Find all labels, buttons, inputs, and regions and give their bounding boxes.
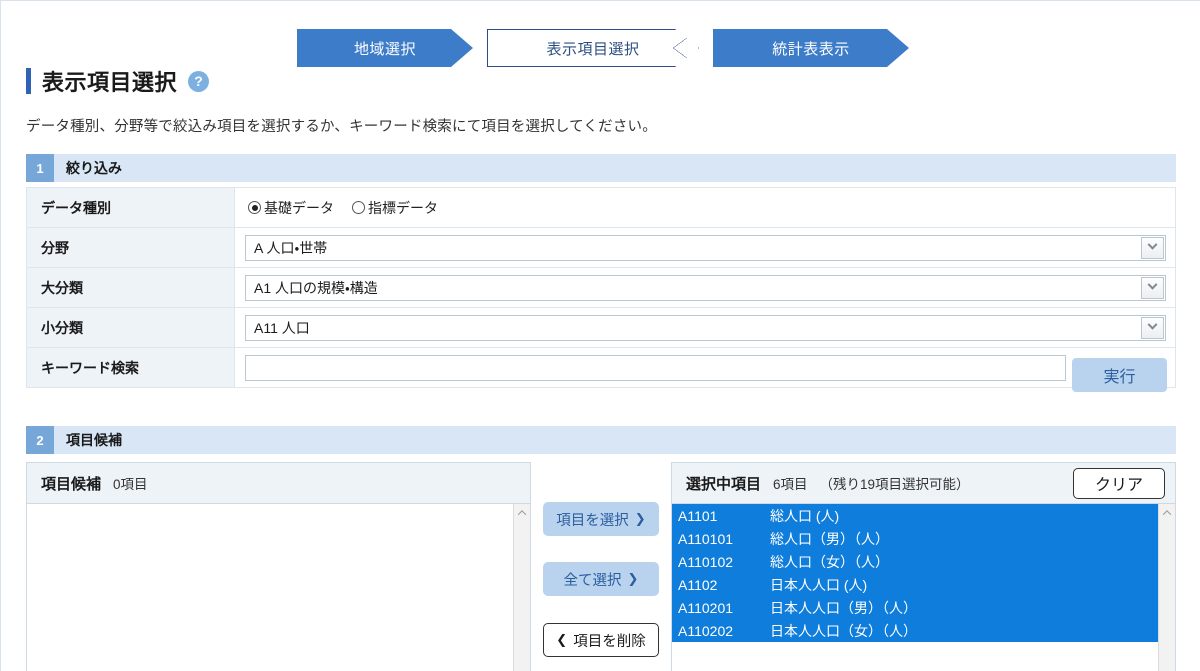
- table-row-field: 分野 A 人口・世帯: [26, 227, 1176, 268]
- chevron-left-icon: ❮: [556, 632, 568, 647]
- field-select-value: A 人口・世帯: [254, 239, 328, 256]
- selected-panel: 選択中項目 6項目 （残り19項目選択可能） クリア A1101 総人口 (人) A…: [671, 462, 1176, 671]
- item-name: 日本人人口 (人): [770, 576, 868, 593]
- item-code: A110202: [678, 622, 734, 639]
- section-title: 絞り込み: [66, 160, 122, 176]
- table-row-major: 大分類 A1 人口の規模・構造: [26, 267, 1176, 308]
- section-number: 1: [26, 154, 54, 182]
- select-items-button[interactable]: 項目を選択 ❯: [543, 502, 659, 536]
- selected-panel-header: 選択中項目 6項目 （残り19項目選択可能） クリア: [672, 463, 1175, 504]
- list-item[interactable]: A110102 総人口（女）（人）: [672, 550, 1158, 573]
- minor-category-select[interactable]: A11 人口: [245, 314, 1166, 341]
- radio-basic-data[interactable]: 基礎データ: [248, 198, 334, 218]
- row-label-field: 分野: [26, 227, 235, 268]
- section-title: 項目候補: [66, 432, 122, 448]
- major-select-value: A1 人口の規模・構造: [254, 279, 378, 296]
- radio-label: 基礎データ: [264, 199, 334, 216]
- page-title: 表示項目選択 ?: [26, 65, 210, 97]
- step-label: 表示項目選択: [546, 40, 640, 58]
- scroll-up-icon[interactable]: [514, 504, 530, 521]
- candidate-panel-header: 項目候補 0項目: [27, 463, 530, 504]
- step-table-display[interactable]: 統計表表示: [713, 29, 909, 67]
- help-circle-icon[interactable]: ?: [188, 70, 210, 92]
- step-breadcrumb: 地域選択 表示項目選択 統計表表示: [297, 29, 909, 67]
- item-name: 総人口 (人): [770, 507, 840, 524]
- chevron-right-icon: ❯: [634, 511, 646, 526]
- filter-table: データ種別 基礎データ 指標データ 分野 A 人口・世帯 大分類 A1 人口の規…: [26, 187, 1176, 388]
- step-label: 統計表表示: [772, 40, 850, 58]
- item-code: A110102: [678, 553, 734, 570]
- select-all-button[interactable]: 全て選択 ❯: [543, 562, 659, 596]
- item-code: A1102: [678, 576, 718, 593]
- row-label-minor: 小分類: [26, 307, 235, 348]
- list-item[interactable]: A1102 日本人人口 (人): [672, 573, 1158, 596]
- item-name: 総人口（男）（人）: [770, 530, 889, 547]
- item-name: 総人口（女）（人）: [770, 553, 889, 570]
- section-header-candidates: 2 項目候補: [26, 426, 1176, 454]
- list-item[interactable]: A110201 日本人人口（男）（人）: [672, 596, 1158, 619]
- table-row-minor: 小分類 A11 人口: [26, 307, 1176, 348]
- candidate-list[interactable]: [27, 504, 530, 671]
- major-category-select[interactable]: A1 人口の規模・構造: [245, 274, 1166, 301]
- selected-list[interactable]: A1101 総人口 (人) A110101 総人口（男）（人） A110102 総人口（女…: [672, 504, 1175, 671]
- selected-remaining: （残り19項目選択可能）: [819, 477, 970, 492]
- item-name: 日本人人口（女）（人）: [770, 622, 917, 639]
- remove-items-button[interactable]: ❮ 項目を削除: [543, 623, 659, 657]
- row-label-major: 大分類: [26, 267, 235, 308]
- keyword-search-input[interactable]: [245, 354, 1066, 381]
- remove-items-label: 項目を削除: [573, 633, 646, 650]
- clear-button[interactable]: クリア: [1073, 467, 1165, 499]
- selected-panel-title: 選択中項目: [686, 475, 762, 493]
- list-item[interactable]: A110101 総人口（男）（人）: [672, 527, 1158, 550]
- item-code: A110201: [678, 599, 734, 616]
- chevron-down-icon[interactable]: [1141, 236, 1164, 259]
- section-number: 2: [26, 426, 54, 454]
- scroll-up-icon[interactable]: [1159, 504, 1175, 521]
- select-items-label: 項目を選択: [556, 512, 629, 529]
- chevron-down-icon[interactable]: [1141, 316, 1164, 339]
- section-header-filter: 1 絞り込み: [26, 154, 1176, 182]
- list-item[interactable]: A1101 総人口 (人): [672, 504, 1158, 527]
- title-accent-bar: [26, 68, 31, 94]
- candidate-count: 0項目: [113, 477, 148, 492]
- step-label: 地域選択: [353, 40, 416, 58]
- row-label-datatype: データ種別: [26, 187, 235, 228]
- row-label-keyword: キーワード検索: [26, 347, 235, 388]
- radio-label: 指標データ: [368, 199, 438, 216]
- item-code: A110101: [678, 530, 734, 547]
- page-root: 地域選択 表示項目選択 統計表表示 表示項目選択 ? データ種別、分野等で絞込み…: [0, 0, 1200, 671]
- radio-indicator-data[interactable]: 指標データ: [352, 198, 438, 218]
- step-region-select[interactable]: 地域選択: [297, 29, 473, 67]
- table-row-datatype: データ種別 基礎データ 指標データ: [26, 187, 1176, 228]
- chevron-right-icon: ❯: [627, 571, 639, 586]
- field-select[interactable]: A 人口・世帯: [245, 234, 1166, 261]
- candidate-panel: 項目候補 0項目: [26, 462, 531, 671]
- select-all-label: 全て選択: [563, 572, 622, 589]
- list-item[interactable]: A110202 日本人人口（女）（人）: [672, 619, 1158, 642]
- radio-off-icon: [352, 201, 365, 214]
- item-name: 日本人人口（男）（人）: [770, 599, 917, 616]
- radio-on-icon: [248, 201, 261, 214]
- datatype-radio-group: 基礎データ 指標データ: [245, 198, 1174, 218]
- page-description: データ種別、分野等で絞込み項目を選択するか、キーワード検索にて項目を選択してくだ…: [26, 119, 657, 135]
- chevron-down-icon[interactable]: [1141, 276, 1164, 299]
- candidate-panel-title: 項目候補: [41, 475, 102, 493]
- minor-select-value: A11 人口: [254, 319, 310, 336]
- table-row-keyword: キーワード検索: [26, 347, 1176, 388]
- page-title-text: 表示項目選択: [42, 70, 178, 95]
- item-code: A1101: [678, 507, 718, 524]
- step-item-select[interactable]: 表示項目選択: [487, 29, 699, 67]
- selected-count: 6項目: [773, 477, 808, 492]
- candidate-scrollbar[interactable]: [513, 504, 530, 671]
- selected-scrollbar[interactable]: [1158, 504, 1175, 671]
- execute-search-button[interactable]: 実行: [1072, 358, 1167, 392]
